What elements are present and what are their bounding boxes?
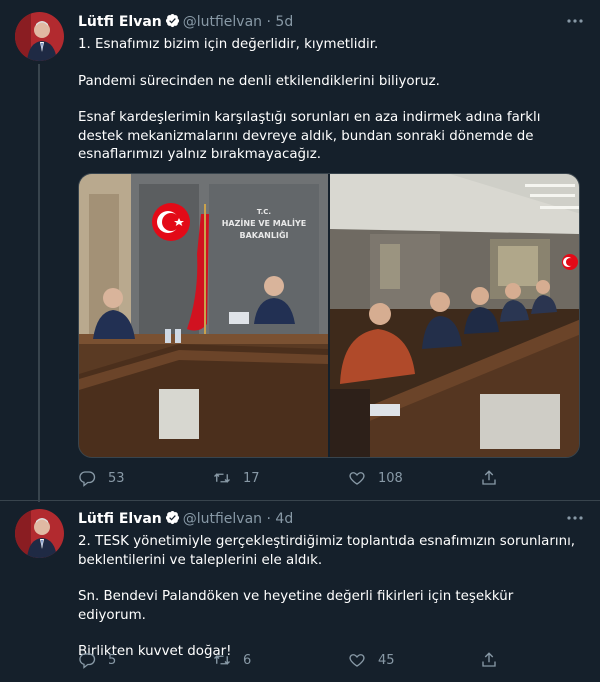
- retweet-button[interactable]: 17: [213, 469, 260, 487]
- tweet-header: Lütfi Elvan @lutfielvan · 4d: [78, 510, 293, 528]
- meeting-photo-1[interactable]: T.C. HAZİNE VE MALİYE BAKANLIĞI: [79, 174, 328, 457]
- tweet-actions: 5 6 45: [78, 651, 508, 671]
- share-icon: [482, 470, 496, 485]
- svg-text:HAZİNE VE MALİYE: HAZİNE VE MALİYE: [222, 218, 307, 228]
- reply-button[interactable]: 53: [78, 469, 125, 487]
- tweet-text: 2. TESK yönetimiyle gerçekleştirdiğimiz …: [78, 533, 578, 662]
- author-name[interactable]: Lütfi Elvan: [78, 14, 162, 30]
- tweet-2[interactable]: Lütfi Elvan @lutfielvan · 4d 2. TESK yöne…: [0, 500, 600, 682]
- verified-icon: [165, 13, 180, 28]
- separator-dot: ·: [262, 511, 276, 527]
- like-button[interactable]: 108: [348, 469, 403, 487]
- tweet-paragraph: Esnaf kardeşlerimin karşılaştığı sorunla…: [78, 110, 541, 162]
- like-count: 108: [378, 470, 403, 486]
- avatar[interactable]: [15, 509, 64, 558]
- more-icon[interactable]: [564, 509, 586, 527]
- reply-count: 53: [108, 470, 125, 486]
- svg-text:BAKANLIĞI: BAKANLIĞI: [240, 229, 289, 240]
- like-icon: [349, 472, 365, 485]
- timestamp[interactable]: 4d: [275, 511, 293, 527]
- separator-dot: ·: [262, 14, 276, 30]
- author-handle[interactable]: @lutfielvan: [183, 14, 262, 30]
- reply-icon: [79, 653, 96, 669]
- reply-count: 5: [108, 652, 117, 668]
- share-button[interactable]: [480, 469, 510, 487]
- tweet-paragraph: Pandemi sürecinden ne denli etkilendikle…: [78, 73, 440, 89]
- verified-icon: [165, 510, 180, 525]
- tweet-header: Lütfi Elvan @lutfielvan · 5d: [78, 13, 293, 31]
- reply-button[interactable]: 5: [78, 651, 116, 669]
- reply-icon: [79, 471, 96, 487]
- tweet-actions: 53 17 108: [78, 469, 508, 489]
- like-icon: [349, 654, 365, 667]
- tweet-paragraph: 2. TESK yönetimiyle gerçekleştirdiğimiz …: [78, 534, 576, 568]
- share-icon: [482, 652, 496, 667]
- timestamp[interactable]: 5d: [275, 14, 293, 30]
- tweet-text: 1. Esnafımız bizim için değerlidir, kıym…: [78, 36, 578, 165]
- thread-line: [38, 64, 40, 502]
- tweet-1[interactable]: Lütfi Elvan @lutfielvan · 5d 1. Esnafımız…: [0, 0, 600, 502]
- tweet-paragraph: Sn. Bendevi Palandöken ve heyetine değer…: [78, 589, 514, 623]
- svg-text:T.C.: T.C.: [257, 208, 271, 216]
- tweet-paragraph: 1. Esnafımız bizim için değerlidir, kıym…: [78, 37, 379, 52]
- more-icon[interactable]: [564, 12, 586, 30]
- author-name[interactable]: Lütfi Elvan: [78, 511, 162, 527]
- avatar[interactable]: [15, 12, 64, 61]
- retweet-icon: [214, 473, 230, 483]
- author-handle[interactable]: @lutfielvan: [183, 511, 262, 527]
- retweet-icon: [214, 655, 230, 665]
- meeting-photo-2[interactable]: [330, 174, 579, 457]
- like-count: 45: [378, 652, 395, 668]
- tweet-media[interactable]: T.C. HAZİNE VE MALİYE BAKANLIĞI: [78, 173, 580, 458]
- retweet-button[interactable]: 6: [213, 651, 251, 669]
- retweet-count: 6: [243, 652, 252, 668]
- retweet-count: 17: [243, 470, 260, 486]
- like-button[interactable]: 45: [348, 651, 395, 669]
- share-button[interactable]: [480, 651, 510, 669]
